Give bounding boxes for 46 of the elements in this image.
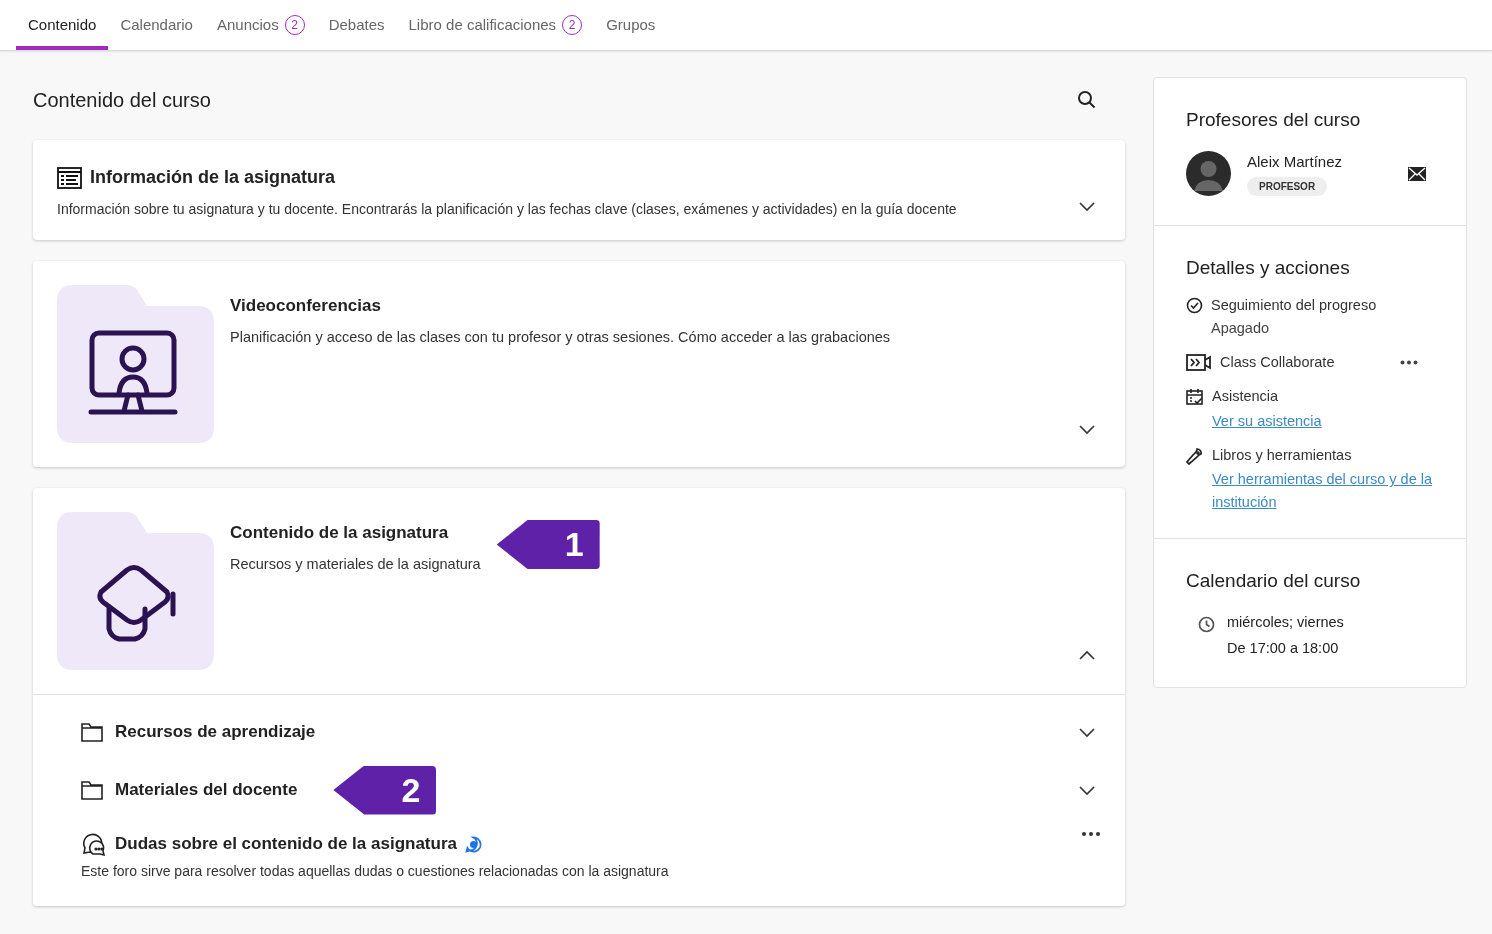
role-badge: PROFESOR bbox=[1247, 177, 1328, 196]
nav-tab[interactable]: Grupos bbox=[594, 0, 668, 50]
teacher-name[interactable]: Aleix Martínez bbox=[1247, 150, 1392, 173]
card-title[interactable]: Información de la asignatura bbox=[90, 164, 336, 191]
card-title[interactable]: Videoconferencias bbox=[230, 293, 891, 319]
detail-label: Asistencia bbox=[1212, 386, 1279, 406]
detail-label[interactable]: Class Collaborate bbox=[1220, 352, 1335, 374]
email-button[interactable] bbox=[1408, 166, 1426, 181]
card-description: Información sobre tu asignatura y tu docente. Encontrarás la planificación y las fechas clave (clases, exámenes y actividades) en la guía docente bbox=[57, 200, 957, 219]
card-title[interactable]: Contenido de la asignatura bbox=[230, 520, 481, 546]
callout-tag: 2 bbox=[333, 765, 437, 815]
callout-tag: 1 bbox=[496, 520, 600, 569]
calendar-check-icon bbox=[1186, 387, 1204, 406]
detail-value: Apagado bbox=[1211, 319, 1271, 339]
detail-link[interactable]: Ver herramientas del curso y de la institución bbox=[1212, 468, 1434, 515]
forum-description: Este foro sirve para resolver todas aquellas dudas o cuestiones relacionadas con la asignatura bbox=[81, 862, 669, 881]
forum-title[interactable]: Dudas sobre el contenido de la asignatura bbox=[115, 831, 457, 857]
detail-label: Libros y herramientas bbox=[1212, 445, 1352, 465]
nav-tab[interactable]: Calendario bbox=[108, 0, 205, 50]
clock-icon bbox=[1198, 615, 1215, 633]
page-title: Contenido del curso bbox=[33, 88, 211, 113]
avatar-silhouette bbox=[1186, 151, 1231, 197]
check-circle-icon bbox=[1186, 296, 1203, 314]
card-description: Recursos y materiales de la asignatura bbox=[230, 554, 481, 574]
section-title: Detalles y acciones bbox=[1186, 256, 1351, 280]
class-hours: De 17:00 a 18:00 bbox=[1227, 638, 1340, 658]
folder-icon bbox=[81, 780, 103, 800]
folder-title[interactable]: Materiales del docente bbox=[115, 777, 298, 803]
nav-tab[interactable]: Debates bbox=[316, 0, 397, 50]
section-title: Profesores del curso bbox=[1186, 108, 1362, 132]
forum-status-icon bbox=[464, 835, 482, 853]
card-description: Planificación y acceso de las clases con tu profesor y otras sesiones. Cómo acceder a las grabaciones bbox=[230, 327, 891, 347]
folder-title[interactable]: Recursos de aprendizaje bbox=[115, 719, 316, 745]
more-options-button[interactable] bbox=[1400, 360, 1418, 366]
chat-bubbles-icon bbox=[81, 831, 107, 857]
folder-icon bbox=[81, 722, 103, 742]
detail-link[interactable]: Ver su asistencia bbox=[1212, 409, 1434, 433]
class-days: miércoles; viernes bbox=[1227, 611, 1344, 634]
more-options-button[interactable] bbox=[1081, 831, 1101, 837]
nav-tab[interactable]: Libro de calificaciones 2 bbox=[396, 0, 595, 50]
document-list-icon bbox=[57, 166, 82, 189]
video-camera-icon bbox=[1186, 354, 1212, 371]
section-title: Calendario del curso bbox=[1186, 569, 1362, 594]
nav-tab[interactable]: Contenido bbox=[16, 0, 109, 50]
detail-label: Seguimiento del progreso bbox=[1211, 295, 1377, 315]
nav-tab[interactable]: Anuncios 2 bbox=[204, 0, 317, 50]
